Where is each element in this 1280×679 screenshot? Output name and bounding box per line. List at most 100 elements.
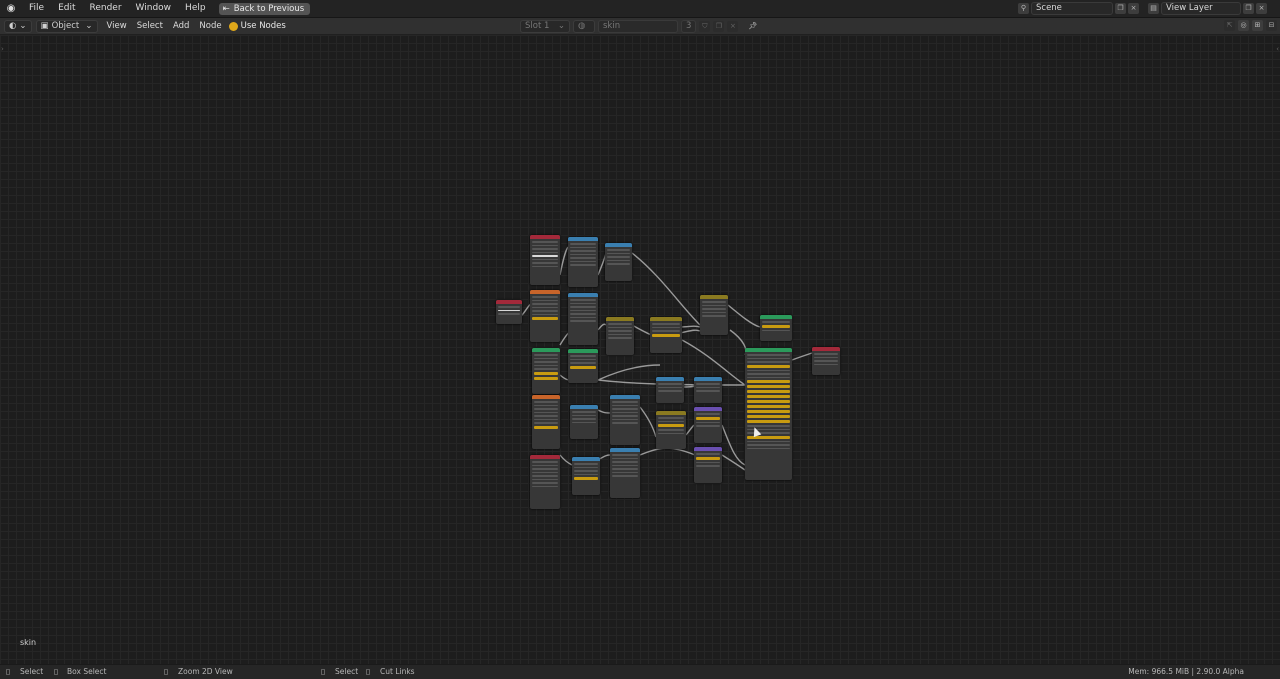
node-texture-coordinate[interactable]	[530, 235, 560, 285]
material-name-label: skin	[20, 638, 37, 647]
sidebar-expand-arrow-icon[interactable]: ‹	[1276, 45, 1279, 53]
node-mix-rgb-green[interactable]	[568, 349, 598, 383]
status-box-select: Box Select	[67, 667, 107, 676]
node-header	[812, 347, 840, 351]
node-header	[530, 290, 560, 294]
object-icon: ▣	[40, 20, 49, 31]
node-header	[656, 411, 686, 415]
view-layer-close-icon[interactable]: ×	[1256, 2, 1267, 14]
node-header	[572, 457, 600, 461]
material-users-count[interactable]: 3	[681, 20, 697, 33]
node-header	[610, 395, 640, 399]
header-right-tools: ⇱ ◎ ⊞ ⊟	[1224, 20, 1277, 31]
overlay-icon[interactable]: ◎	[1238, 20, 1249, 31]
menu-window[interactable]: Window	[129, 0, 179, 17]
node-layer-weight[interactable]	[532, 348, 560, 394]
node-hue-saturation[interactable]	[650, 317, 682, 353]
view-layer-field[interactable]: View Layer	[1161, 1, 1241, 15]
node-editor-canvas[interactable]: › ‹	[0, 35, 1280, 664]
node-colorramp-4[interactable]	[610, 395, 640, 445]
node-header	[610, 448, 640, 452]
menu-file[interactable]: File	[22, 0, 51, 17]
fake-user-shield-icon[interactable]: ⛉	[699, 21, 711, 32]
node-object-info[interactable]	[496, 300, 522, 324]
slot-label: Slot 1	[525, 21, 550, 31]
object-mode-dropdown[interactable]: ▣ Object ⌄	[35, 19, 98, 33]
node-header	[700, 295, 728, 299]
blender-logo-icon[interactable]: ◉	[0, 0, 22, 17]
scene-icon[interactable]: ⚲	[1018, 2, 1029, 14]
node-links	[519, 246, 813, 471]
pin-icon[interactable]: 📌︎	[747, 21, 758, 32]
node-colorramp-5[interactable]	[610, 448, 640, 498]
node-normal-map[interactable]	[694, 407, 722, 443]
menu-render[interactable]: Render	[83, 0, 129, 17]
node-header	[496, 300, 522, 304]
mouse-right-icon: ▯	[321, 667, 326, 676]
menu-view[interactable]: View	[102, 21, 132, 31]
node-musgrave-texture[interactable]	[530, 455, 560, 509]
node-bump[interactable]	[694, 377, 722, 403]
node-gradient[interactable]	[605, 243, 632, 281]
use-nodes-toggle[interactable]: Use Nodes	[228, 21, 286, 31]
status-zoom: Zoom 2D View	[178, 667, 233, 676]
toolbar-expand-arrow-icon[interactable]: ›	[1, 45, 4, 53]
chevron-down-icon: ⌄	[19, 20, 27, 31]
node-header	[530, 455, 560, 459]
node-voronoi-texture[interactable]	[532, 395, 560, 449]
material-name-field[interactable]: skin	[598, 20, 678, 33]
material-slot-bar: Slot 1 ⌄ ◍ skin 3 ⛉ ❐ × 📌︎	[520, 20, 758, 33]
back-to-previous-label: Back to Previous	[233, 3, 305, 14]
status-select: Select	[20, 667, 44, 676]
scene-copy-icon[interactable]: ❐	[1115, 2, 1126, 14]
menu-help[interactable]: Help	[178, 0, 213, 17]
editor-type-dropdown[interactable]: ◐ ⌄	[4, 19, 32, 33]
mouse-ctrl-icon: ▯	[366, 667, 371, 676]
node-header	[650, 317, 682, 321]
view-layer-icon[interactable]: ▤	[1148, 2, 1159, 14]
node-header	[530, 235, 560, 239]
node-mix-1[interactable]	[606, 317, 634, 355]
node-material-output[interactable]	[812, 347, 840, 375]
scene-field[interactable]: Scene	[1031, 1, 1113, 15]
node-header	[605, 243, 632, 247]
use-nodes-label: Use Nodes	[240, 21, 286, 31]
node-header	[532, 348, 560, 352]
mouse-middle-icon: ▯	[164, 667, 169, 676]
node-translucent-bsdf[interactable]	[760, 315, 792, 341]
menu-select[interactable]: Select	[132, 21, 168, 31]
node-mix-3[interactable]	[700, 295, 728, 335]
menu-add[interactable]: Add	[168, 21, 194, 31]
view-layer-copy-icon[interactable]: ❐	[1243, 2, 1254, 14]
material-unlink-icon[interactable]: ×	[727, 21, 739, 32]
node-mix-2[interactable]	[656, 411, 686, 449]
node-header	[694, 447, 722, 451]
material-copy-icon[interactable]: ❐	[713, 21, 725, 32]
node-image-texture[interactable]	[656, 377, 684, 403]
node-colorramp-1[interactable]	[568, 237, 598, 287]
scene-close-icon[interactable]: ×	[1128, 2, 1139, 14]
status-bar: ▯ Select ▯ Box Select ▯ Zoom 2D View ▯ S…	[0, 664, 1280, 679]
node-bump-2[interactable]	[694, 447, 722, 483]
node-colorramp-2[interactable]	[568, 293, 598, 345]
node-editor-icon: ◐	[9, 20, 17, 31]
chevron-down-icon: ⌄	[85, 20, 93, 31]
back-to-previous-button[interactable]: ⇤ Back to Previous	[218, 2, 311, 15]
mouse-drag-icon: ▯	[54, 667, 59, 676]
slot-dropdown[interactable]: Slot 1 ⌄	[520, 20, 570, 33]
node-header	[568, 237, 598, 241]
node-math[interactable]	[572, 457, 600, 495]
menu-node[interactable]: Node	[194, 21, 226, 31]
node-colorramp-3[interactable]	[570, 405, 598, 439]
snap-icon[interactable]: ⊞	[1252, 20, 1263, 31]
node-header	[760, 315, 792, 319]
parent-node-tree-icon[interactable]: ⇱	[1224, 20, 1235, 31]
node-principled-bsdf[interactable]	[745, 348, 792, 480]
material-browse-icon[interactable]: ◍	[573, 20, 595, 33]
node-noise-texture[interactable]	[530, 290, 560, 342]
scene-selector: ⚲ Scene ❐ ×	[1018, 1, 1139, 15]
node-header	[570, 405, 598, 409]
node-header	[694, 407, 722, 411]
sidebar-toggle-icon[interactable]: ⊟	[1266, 20, 1277, 31]
menu-edit[interactable]: Edit	[51, 0, 82, 17]
